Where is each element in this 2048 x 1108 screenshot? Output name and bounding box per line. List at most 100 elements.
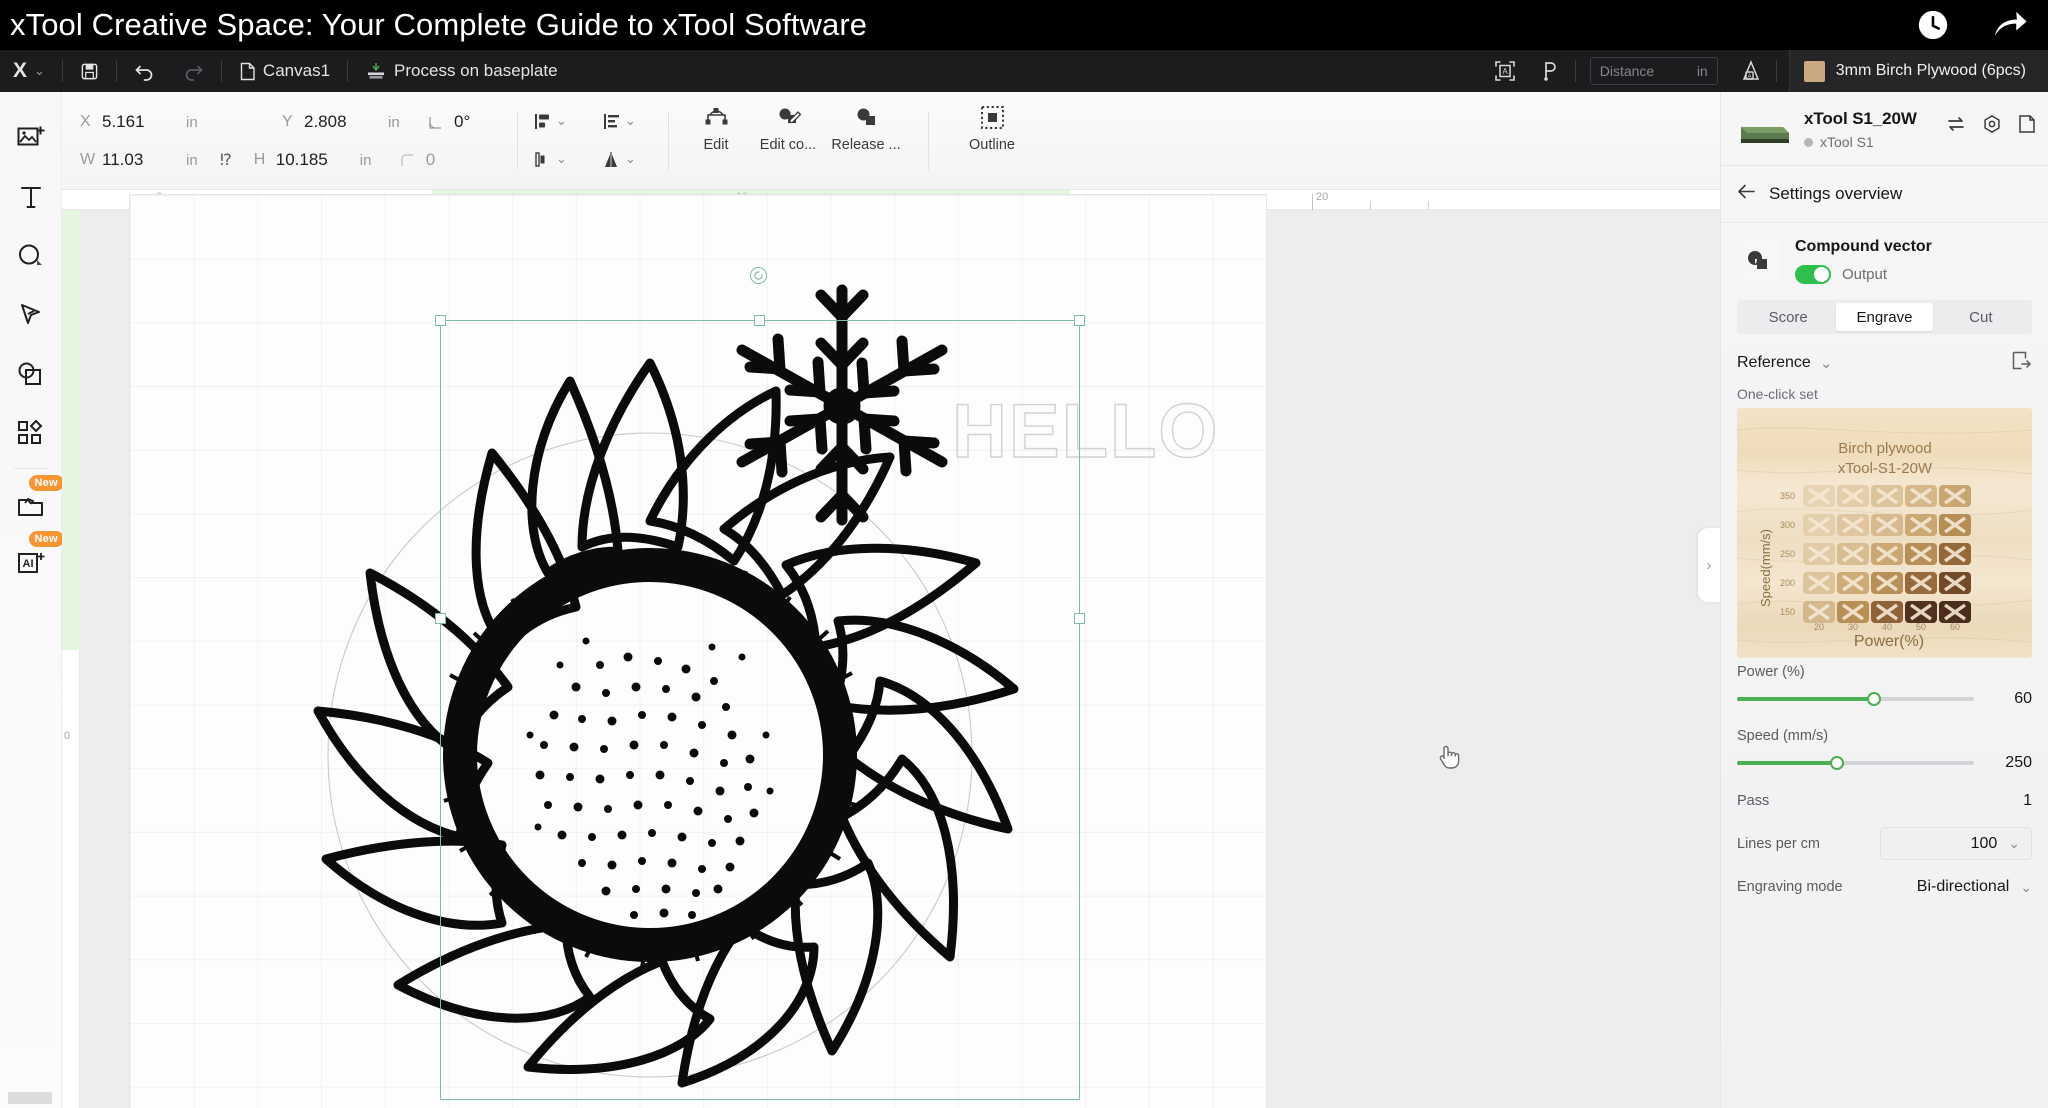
lines-per-cm-select[interactable]: 100 ⌄ bbox=[1880, 827, 2032, 860]
power-slider-knob[interactable] bbox=[1867, 692, 1882, 706]
lines-per-cm-value: 100 bbox=[1970, 834, 1998, 852]
x-field[interactable]: X 5.161 in bbox=[80, 112, 220, 132]
banner-icon-group bbox=[1916, 0, 2028, 50]
new-badge: New bbox=[28, 475, 64, 491]
corner-radius-field[interactable]: 0 bbox=[400, 150, 435, 170]
device-status-dot bbox=[1804, 137, 1813, 147]
worksheet[interactable]: HELLO bbox=[80, 195, 1720, 1108]
selection-handle-top-right[interactable] bbox=[1074, 315, 1085, 326]
flip-button[interactable]: ⌄ bbox=[597, 144, 640, 174]
svg-text:20: 20 bbox=[1814, 622, 1824, 632]
calibration-button[interactable]: A bbox=[1728, 50, 1772, 92]
canvas-tab[interactable]: Canvas1 bbox=[226, 50, 343, 92]
share-arrow-icon[interactable] bbox=[1992, 8, 2028, 42]
power-value[interactable]: 60 bbox=[1988, 690, 2032, 708]
process-mode-button[interactable]: Process on baseplate bbox=[352, 50, 571, 92]
speed-label: Speed (mm/s) bbox=[1737, 728, 1829, 744]
material-selector[interactable]: 3mm Birch Plywood (6pcs) bbox=[1788, 50, 2048, 92]
tab-score[interactable]: Score bbox=[1740, 303, 1836, 331]
video-title-banner: xTool Creative Space: Your Complete Guid… bbox=[0, 0, 2048, 50]
speed-value[interactable]: 250 bbox=[1988, 754, 2032, 772]
reference-label: Reference bbox=[1737, 354, 1811, 371]
aspect-lock-toggle[interactable]: ⁉ bbox=[220, 150, 232, 170]
canvas-area[interactable]: 0 10 20 0 bbox=[62, 190, 1720, 1108]
rotate-handle[interactable] bbox=[750, 267, 767, 284]
speed-slider-knob[interactable] bbox=[1829, 756, 1844, 770]
material-test-card-image[interactable]: Birch plywood xTool-S1-20W Speed(mm/s) P… bbox=[1737, 408, 2032, 658]
y-field[interactable]: Y 2.808 in bbox=[282, 112, 422, 132]
frame-preview-button[interactable]: A bbox=[1483, 50, 1527, 92]
speed-slider[interactable] bbox=[1737, 756, 1974, 770]
combine-shapes-tool[interactable] bbox=[7, 344, 55, 403]
width-field[interactable]: W 11.03 in bbox=[80, 150, 220, 170]
frame-preview-icon: A bbox=[1494, 61, 1515, 81]
divider bbox=[347, 60, 349, 82]
save-preset-icon[interactable] bbox=[2011, 350, 2032, 376]
engraving-mode-select[interactable]: Bi-directional ⌄ bbox=[1917, 878, 2032, 896]
engraving-mode-value: Bi-directional bbox=[1916, 878, 2010, 895]
history-clock-icon[interactable] bbox=[1916, 8, 1950, 42]
tab-cut[interactable]: Cut bbox=[1933, 303, 2029, 331]
ai-tool[interactable]: New AI bbox=[7, 531, 64, 591]
shape-tool[interactable] bbox=[7, 226, 55, 285]
settings-overview-header: Settings overview bbox=[1721, 166, 2048, 223]
rotate-icon bbox=[754, 270, 763, 280]
app-logo-menu[interactable]: X ⌄ bbox=[0, 50, 58, 92]
settings-panel: xTool S1_20W xTool S1 Settings overview … bbox=[1720, 92, 2048, 1108]
selection-handle-top-center[interactable] bbox=[754, 315, 765, 326]
pass-value[interactable]: 1 bbox=[2023, 792, 2032, 810]
back-arrow-icon[interactable] bbox=[1737, 183, 1756, 205]
svg-text:A: A bbox=[1747, 74, 1751, 80]
chevron-down-icon[interactable]: ⌄ bbox=[1820, 354, 1833, 372]
output-toggle[interactable] bbox=[1795, 265, 1831, 284]
pen-tool[interactable] bbox=[7, 285, 55, 344]
test-card-machine-title: xTool-S1-20W bbox=[1838, 460, 1933, 477]
device-settings-icon[interactable] bbox=[1982, 114, 2002, 139]
selection-handle-top-left[interactable] bbox=[435, 315, 446, 326]
pass-row: Pass 1 bbox=[1721, 772, 2048, 810]
elements-tool[interactable] bbox=[7, 403, 55, 462]
selection-handle-mid-left[interactable] bbox=[435, 613, 446, 624]
arrange-order-button[interactable]: ⌄ bbox=[528, 144, 571, 174]
device-header[interactable]: xTool S1_20W xTool S1 bbox=[1721, 92, 2048, 166]
device-file-icon[interactable] bbox=[2018, 114, 2036, 139]
outline-button[interactable]: Outline bbox=[956, 104, 1028, 153]
collapse-panel-button[interactable]: › bbox=[1698, 528, 1720, 602]
svg-text:250: 250 bbox=[1780, 549, 1795, 559]
tab-engrave[interactable]: Engrave bbox=[1836, 303, 1933, 331]
material-name: 3mm Birch Plywood (6pcs) bbox=[1835, 62, 2026, 79]
chevron-right-icon: › bbox=[1706, 556, 1712, 574]
height-field[interactable]: H 10.185 in bbox=[254, 150, 394, 170]
projects-tool[interactable]: New bbox=[7, 475, 64, 535]
selection-handle-mid-right[interactable] bbox=[1074, 613, 1085, 624]
measure-button[interactable] bbox=[1527, 50, 1571, 92]
undo-button[interactable] bbox=[121, 50, 169, 92]
text-tool[interactable] bbox=[7, 167, 55, 226]
power-slider[interactable] bbox=[1737, 692, 1974, 706]
xtool-creative-space-window: xTool Creative Space: Your Complete Guid… bbox=[0, 0, 2048, 1108]
divider bbox=[1574, 60, 1576, 82]
angle-icon bbox=[428, 115, 454, 130]
engraving-mode-row: Engraving mode Bi-directional ⌄ bbox=[1721, 860, 2048, 896]
redo-button[interactable] bbox=[169, 50, 217, 92]
switch-device-icon[interactable] bbox=[1946, 114, 1966, 139]
artboard[interactable]: HELLO bbox=[130, 195, 1266, 1108]
rotation-field[interactable]: 0° bbox=[428, 112, 470, 132]
power-param: Power (%) 60 bbox=[1721, 658, 2048, 708]
release-compound-button[interactable]: Release ... bbox=[824, 104, 908, 153]
distance-unit: in bbox=[1696, 63, 1708, 79]
release-label: Release ... bbox=[831, 137, 901, 153]
align-objects-button[interactable]: ⌄ bbox=[528, 106, 571, 136]
chevron-down-icon: ⌄ bbox=[556, 151, 567, 166]
image-add-tool[interactable] bbox=[7, 108, 55, 167]
distribute-button[interactable]: ⌄ bbox=[597, 106, 640, 136]
edit-nodes-button[interactable]: Edit bbox=[680, 104, 752, 153]
material-test-grid: Birch plywood xTool-S1-20W Speed(mm/s) P… bbox=[1737, 408, 2032, 658]
distance-input[interactable]: Distance in bbox=[1589, 57, 1718, 85]
x-value: 5.161 bbox=[102, 112, 145, 131]
edit-contour-button[interactable]: Edit co... bbox=[752, 104, 824, 153]
edit-contour-label: Edit co... bbox=[759, 137, 817, 153]
save-button[interactable] bbox=[67, 50, 112, 92]
reference-row: Reference ⌄ bbox=[1721, 334, 2048, 380]
vertical-ruler[interactable]: 0 bbox=[62, 210, 80, 1108]
